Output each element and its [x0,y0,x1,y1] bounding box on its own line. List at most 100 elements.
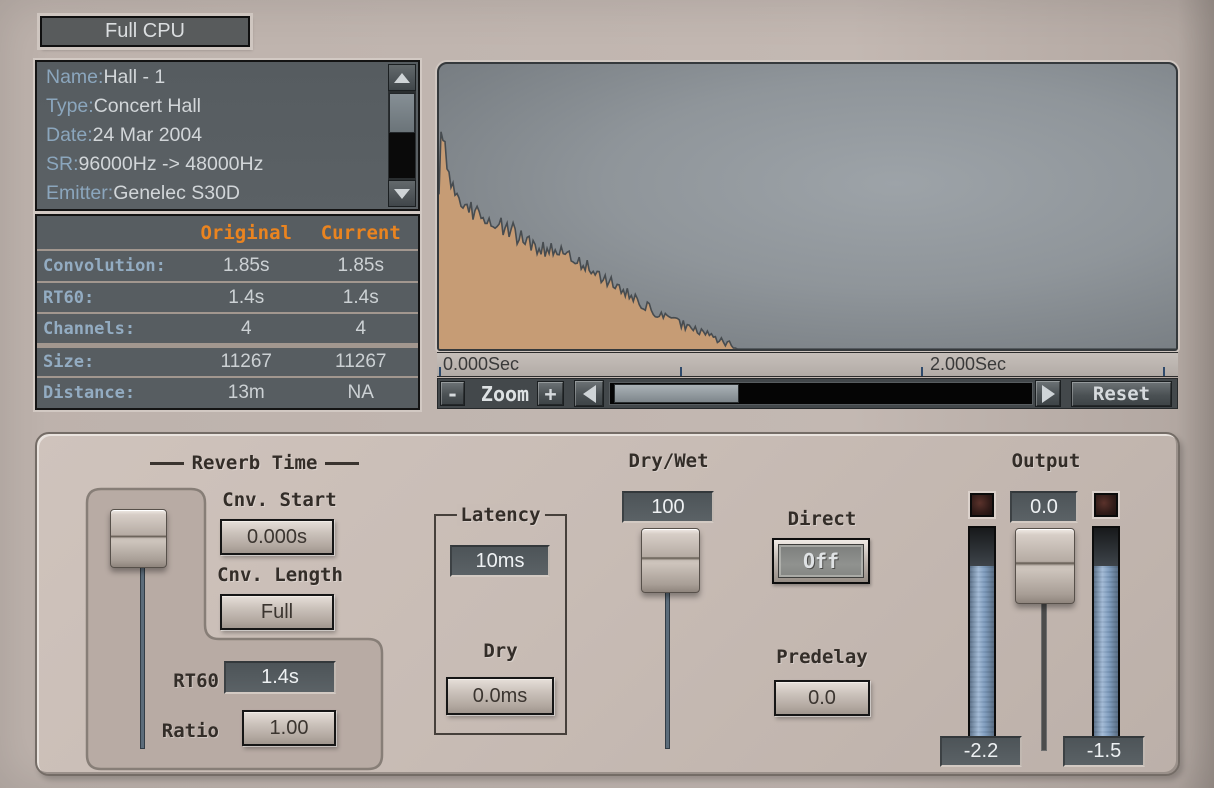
ratio-label: Ratio [149,720,219,742]
ruler-label-2s: 2.000Sec [930,354,1006,375]
waveform-scrollbar-track[interactable] [609,382,1033,405]
reverb-time-title: Reverb Time [132,452,377,474]
title-dash [325,462,359,465]
meter-readout-left: -2.2 [940,736,1022,767]
cell-distance-current: NA [304,376,419,408]
ruler-tick [1163,367,1165,376]
triangle-down-icon [394,189,410,207]
dry-delay-value-button[interactable]: 0.0ms [446,677,554,715]
info-value: 96000Hz -> 48000Hz [79,153,264,175]
zoom-in-button[interactable]: + [537,381,564,406]
meter-headroom [1094,528,1118,566]
info-scrollbar[interactable] [388,64,416,207]
waveform-graph [439,64,1176,349]
title-dash [150,462,184,465]
meter-level [970,566,994,736]
parameter-panel: Reverb Time Cnv. Start 0.000s Cnv. Lengt… [35,432,1180,776]
zoom-label: Zoom [474,382,536,406]
scroll-right-button[interactable] [1035,380,1061,407]
clip-led-right-icon[interactable] [1094,493,1118,517]
level-meter-right [1092,526,1120,738]
cnv-length-label: Cnv. Length [205,564,355,586]
scrollbar-track[interactable] [389,93,415,178]
triangle-left-icon [574,385,596,403]
waveform-scrollbar-thumb[interactable] [614,384,739,403]
cell-size-current: 11267 [304,343,419,376]
row-label-convolution: Convolution: [37,249,189,281]
row-label-size: Size: [37,343,189,376]
impulse-stats-table: Original Current Convolution: 1.85s 1.85… [35,214,420,410]
reverb-time-slider-handle[interactable] [110,509,167,568]
zoom-out-button[interactable]: - [440,381,465,406]
dry-wet-slider-handle[interactable] [641,528,700,593]
clip-led-left-icon[interactable] [970,493,994,517]
direct-label: Direct [777,508,867,530]
ruler-tick [439,367,441,376]
direct-toggle-button[interactable]: Off [772,538,870,584]
info-value: Genelec S30D [113,182,240,204]
direct-toggle-state: Off [778,544,864,578]
scroll-up-button[interactable] [388,64,416,91]
info-label: SR: [46,153,79,175]
ruler-tick [921,367,923,376]
reset-zoom-button[interactable]: Reset [1071,381,1172,407]
row-label-channels: Channels: [37,312,189,343]
table-corner [37,216,189,249]
time-ruler: 0.000Sec 2.000Sec [437,352,1178,377]
info-value: Hall - 1 [103,66,165,88]
cell-rt60-current: 1.4s [304,281,419,312]
scroll-left-button[interactable] [574,380,604,407]
info-row-emitter: Emitter:Genelec S30D [37,178,418,207]
cell-channels-original: 4 [189,312,304,343]
rt60-label: RT60 [155,670,219,692]
cell-channels-current: 4 [304,312,419,343]
latency-value-display[interactable]: 10ms [450,545,550,577]
dry-label: Dry [434,640,567,662]
meter-readout-right: -1.5 [1063,736,1145,767]
info-label: Emitter: [46,182,113,204]
cell-convolution-original: 1.85s [189,249,304,281]
info-label: Name: [46,66,103,88]
column-header-current: Current [304,216,419,249]
row-label-distance: Distance: [37,376,189,408]
info-label: Type: [46,95,94,117]
output-label: Output [1011,450,1081,472]
level-meter-left [968,526,996,738]
info-row-samplerate: SR:96000Hz -> 48000Hz [37,149,418,178]
meter-headroom [970,528,994,566]
column-header-original: Original [189,216,304,249]
info-row-name: Name:Hall - 1 [37,62,418,91]
triangle-right-icon [1042,385,1064,403]
info-value: Concert Hall [94,95,201,117]
meter-level [1094,566,1118,736]
cell-convolution-current: 1.85s [304,249,419,281]
cell-rt60-original: 1.4s [189,281,304,312]
latency-title: Latency [456,504,544,526]
ruler-tick [680,367,682,376]
info-row-date: Date:24 Mar 2004 [37,120,418,149]
info-value: 24 Mar 2004 [93,124,203,146]
reverb-time-title-text: Reverb Time [192,452,318,474]
plugin-window: Full CPU Name:Hall - 1 Type:Concert Hall… [0,0,1214,788]
scrollbar-thumb[interactable] [389,93,415,133]
scroll-down-button[interactable] [388,180,416,207]
cnv-start-label: Cnv. Start [212,489,347,511]
output-gain-display: 0.0 [1010,491,1078,523]
dry-wet-value-display: 100 [622,491,714,523]
full-cpu-button[interactable]: Full CPU [40,16,250,47]
predelay-value-button[interactable]: 0.0 [774,680,870,716]
impulse-waveform-display[interactable] [437,62,1178,351]
rt60-value-display: 1.4s [224,661,336,694]
cnv-start-value-button[interactable]: 0.000s [220,519,334,555]
output-slider-handle[interactable] [1015,528,1075,604]
ratio-value-button[interactable]: 1.00 [242,710,336,746]
triangle-up-icon [394,65,410,83]
impulse-info-panel: Name:Hall - 1 Type:Concert Hall Date:24 … [35,60,420,211]
cnv-length-value-button[interactable]: Full [220,594,334,630]
row-label-rt60: RT60: [37,281,189,312]
info-row-type: Type:Concert Hall [37,91,418,120]
cell-size-original: 11267 [189,343,304,376]
zoom-control-strip: - Zoom + Reset [437,378,1178,409]
info-label: Date: [46,124,93,146]
ruler-label-start: 0.000Sec [443,354,519,375]
